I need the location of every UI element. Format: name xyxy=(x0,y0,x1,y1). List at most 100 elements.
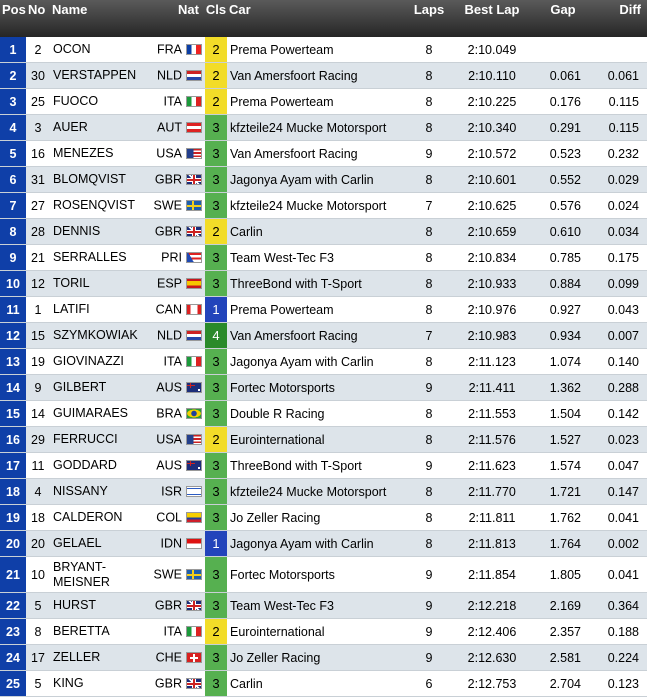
driver-name-cell[interactable]: MENEZES xyxy=(50,140,150,167)
team-cell[interactable]: Carlin xyxy=(227,670,405,697)
header-nat[interactable]: Nat xyxy=(150,0,205,37)
team-cell[interactable]: Jagonya Ayam with Carlin xyxy=(227,348,405,375)
laps-cell: 9 xyxy=(405,374,453,401)
table-row[interactable]: 19 18 CALDERON COL 3 Jo Zeller Racing 8 2:11.81… xyxy=(0,504,647,531)
team-cell[interactable]: Double R Racing xyxy=(227,400,405,427)
driver-name-cell[interactable]: FERRUCCI xyxy=(50,426,150,453)
driver-name-cell[interactable]: GODDARD xyxy=(50,452,150,479)
driver-name-cell[interactable]: TORIL xyxy=(50,270,150,297)
driver-name-cell[interactable]: BRYANT-MEISNER xyxy=(50,556,150,593)
table-row[interactable]: 7 27 ROSENQVIST SWE 3 kfzteile24 Mucke Motors… xyxy=(0,192,647,219)
table-row[interactable]: 10 12 TORIL ESP 3 ThreeBond with T-Sport 8 2:10… xyxy=(0,270,647,297)
table-row[interactable]: 8 28 DENNIS GBR 2 Carlin 8 2:10.659 0.610 0.034 xyxy=(0,218,647,245)
team-cell[interactable]: Carlin xyxy=(227,218,405,245)
table-row[interactable]: 1 2 OCON FRA 2 Prema Powerteam 8 2:10.049 xyxy=(0,37,647,63)
header-cls[interactable]: Cls xyxy=(205,0,227,37)
position-cell: 18 xyxy=(0,478,26,505)
driver-name-cell[interactable]: FUOCO xyxy=(50,88,150,115)
driver-name-cell[interactable]: VERSTAPPEN xyxy=(50,62,150,89)
header-best-lap[interactable]: Best Lap xyxy=(453,0,531,37)
driver-name-cell[interactable]: CALDERON xyxy=(50,504,150,531)
table-row[interactable]: 21 10 BRYANT-MEISNER SWE 3 Fortec Motorsports… xyxy=(0,556,647,593)
team-cell[interactable]: Team West-Tec F3 xyxy=(227,244,405,271)
team-cell[interactable]: kfzteile24 Mucke Motorsport xyxy=(227,114,405,141)
driver-name-cell[interactable]: BERETTA xyxy=(50,618,150,645)
team-cell[interactable]: Jagonya Ayam with Carlin xyxy=(227,166,405,193)
team-cell[interactable]: Eurointernational xyxy=(227,426,405,453)
position-cell: 23 xyxy=(0,618,26,645)
team-cell[interactable]: Jo Zeller Racing xyxy=(227,504,405,531)
table-row[interactable]: 23 8 BERETTA ITA 2 Eurointernational 9 2:12.406… xyxy=(0,618,647,645)
gap-cell: 0.884 xyxy=(531,270,595,297)
driver-name-cell[interactable]: SERRALLES xyxy=(50,244,150,271)
nationality-cell: GBR xyxy=(150,670,205,697)
team-cell[interactable]: Van Amersfoort Racing xyxy=(227,140,405,167)
team-cell[interactable]: Prema Powerteam xyxy=(227,296,405,323)
header-gap[interactable]: Gap xyxy=(531,0,595,37)
team-cell[interactable]: Van Amersfoort Racing xyxy=(227,62,405,89)
team-cell[interactable]: Prema Powerteam xyxy=(227,88,405,115)
table-row[interactable]: 18 4 NISSANY ISR 3 kfzteile24 Mucke Motorspor… xyxy=(0,478,647,505)
laps-cell: 8 xyxy=(405,530,453,557)
team-cell[interactable]: Team West-Tec F3 xyxy=(227,592,405,619)
best-lap-cell: 2:10.340 xyxy=(453,114,531,141)
header-pos[interactable]: Pos xyxy=(0,0,26,37)
driver-name-cell[interactable]: GELAEL xyxy=(50,530,150,557)
nationality-cell: ITA xyxy=(150,618,205,645)
gap-cell: 0.523 xyxy=(531,140,595,167)
table-row[interactable]: 20 20 GELAEL IDN 1 Jagonya Ayam with Carlin 8 2… xyxy=(0,530,647,557)
table-row[interactable]: 2 30 VERSTAPPEN NLD 2 Van Amersfoort Racing 8 2… xyxy=(0,62,647,89)
team-cell[interactable]: kfzteile24 Mucke Motorsport xyxy=(227,478,405,505)
table-row[interactable]: 6 31 BLOMQVIST GBR 3 Jagonya Ayam with Carlin… xyxy=(0,166,647,193)
header-diff[interactable]: Diff xyxy=(595,0,647,37)
driver-name-cell[interactable]: GILBERT xyxy=(50,374,150,401)
driver-name-cell[interactable]: AUER xyxy=(50,114,150,141)
table-row[interactable]: 25 5 KING GBR 3 Carlin 6 2:12.753 2.704 0.123 xyxy=(0,670,647,697)
nationality-cell: USA xyxy=(150,140,205,167)
table-row[interactable]: 4 3 AUER AUT 3 kfzteile24 Mucke Motorsport 8 2:… xyxy=(0,114,647,141)
position-cell: 3 xyxy=(0,88,26,115)
table-row[interactable]: 5 16 MENEZES USA 3 Van Amersfoort Racing 9 2:10… xyxy=(0,140,647,167)
team-cell[interactable]: Jo Zeller Racing xyxy=(227,644,405,671)
driver-name-cell[interactable]: SZYMKOWIAK xyxy=(50,322,150,349)
driver-name-cell[interactable]: KING xyxy=(50,670,150,697)
table-row[interactable]: 11 1 LATIFI CAN 1 Prema Powerteam 8 2:10.976 0.9… xyxy=(0,296,647,323)
team-cell[interactable]: Jagonya Ayam with Carlin xyxy=(227,530,405,557)
car-number-cell: 15 xyxy=(26,322,50,349)
table-row[interactable]: 14 9 GILBERT AUS 3 Fortec Motorsports 9 2:11.41… xyxy=(0,374,647,401)
team-cell[interactable]: ThreeBond with T-Sport xyxy=(227,270,405,297)
team-cell[interactable]: ThreeBond with T-Sport xyxy=(227,452,405,479)
table-row[interactable]: 22 5 HURST GBR 3 Team West-Tec F3 9 2:12.218 2.1… xyxy=(0,592,647,619)
table-row[interactable]: 9 21 SERRALLES PRI 3 Team West-Tec F3 8 2:10.83… xyxy=(0,244,647,271)
driver-name-cell[interactable]: GIOVINAZZI xyxy=(50,348,150,375)
team-cell[interactable]: Van Amersfoort Racing xyxy=(227,322,405,349)
driver-name-cell[interactable]: ZELLER xyxy=(50,644,150,671)
table-row[interactable]: 13 19 GIOVINAZZI ITA 3 Jagonya Ayam with Carl… xyxy=(0,348,647,375)
team-cell[interactable]: Fortec Motorsports xyxy=(227,374,405,401)
table-row[interactable]: 12 15 SZYMKOWIAK NLD 4 Van Amersfoort Racing 7… xyxy=(0,322,647,349)
team-cell[interactable]: Eurointernational xyxy=(227,618,405,645)
table-row[interactable]: 3 25 FUOCO ITA 2 Prema Powerteam 8 2:10.225 0.17… xyxy=(0,88,647,115)
team-cell[interactable]: Fortec Motorsports xyxy=(227,556,405,593)
driver-name-cell[interactable]: HURST xyxy=(50,592,150,619)
car-number-cell: 12 xyxy=(26,270,50,297)
nationality-code: CAN xyxy=(155,302,182,317)
class-cell: 3 xyxy=(205,374,227,401)
driver-name-cell[interactable]: BLOMQVIST xyxy=(50,166,150,193)
driver-name-cell[interactable]: NISSANY xyxy=(50,478,150,505)
team-cell[interactable]: Prema Powerteam xyxy=(227,37,405,63)
table-row[interactable]: 16 29 FERRUCCI USA 2 Eurointernational 8 2:11.5… xyxy=(0,426,647,453)
table-row[interactable]: 17 11 GODDARD AUS 3 ThreeBond with T-Sport 9 2:… xyxy=(0,452,647,479)
header-no[interactable]: No xyxy=(26,0,50,37)
header-name[interactable]: Name xyxy=(50,0,150,37)
header-laps[interactable]: Laps xyxy=(405,0,453,37)
driver-name-cell[interactable]: ROSENQVIST xyxy=(50,192,150,219)
driver-name-cell[interactable]: GUIMARAES xyxy=(50,400,150,427)
driver-name-cell[interactable]: DENNIS xyxy=(50,218,150,245)
driver-name-cell[interactable]: LATIFI xyxy=(50,296,150,323)
table-row[interactable]: 15 14 GUIMARAES BRA 3 Double R Racing 8 2:11.55… xyxy=(0,400,647,427)
table-row[interactable]: 24 17 ZELLER CHE 3 Jo Zeller Racing 9 2:12.630 2… xyxy=(0,644,647,671)
header-car[interactable]: Car xyxy=(227,0,405,37)
team-cell[interactable]: kfzteile24 Mucke Motorsport xyxy=(227,192,405,219)
driver-name-cell[interactable]: OCON xyxy=(50,37,150,63)
